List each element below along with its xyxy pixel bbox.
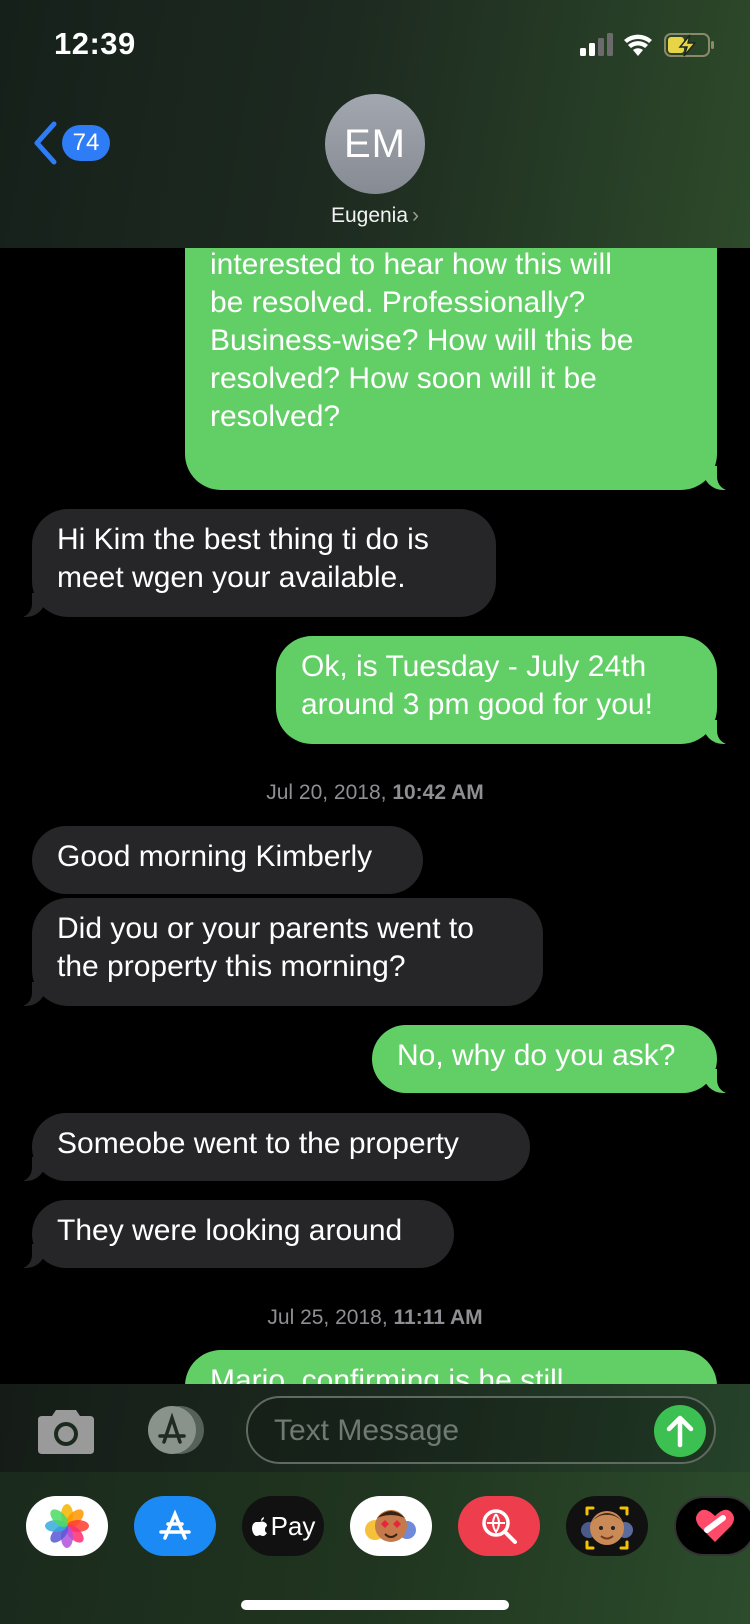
text-message-input[interactable] xyxy=(274,1412,634,1450)
apple-pay-app[interactable]: Pay xyxy=(242,1496,324,1556)
app-store-app[interactable] xyxy=(134,1496,216,1556)
message-line: be resolved. Professionally? xyxy=(210,286,586,319)
message-line: the property this morning? xyxy=(57,950,406,983)
conversation-timestamp: Jul 25, 2018, 11:11 AM xyxy=(267,1306,483,1329)
camera-icon xyxy=(38,1410,94,1454)
message-line: Did you or your parents went to xyxy=(57,912,474,945)
apps-button[interactable] xyxy=(140,1404,212,1456)
arrow-up-icon xyxy=(666,1415,694,1448)
message-line: meet wgen your available. xyxy=(57,561,406,594)
apple-pay-label: Pay xyxy=(270,1510,316,1541)
message-bubble-outgoing[interactable]: No, why do you ask? xyxy=(372,1025,739,1094)
message-bubble-incoming[interactable]: Someobe went to the property xyxy=(10,1113,530,1182)
digital-touch-icon xyxy=(696,1509,734,1542)
chevron-left-icon xyxy=(34,121,57,165)
contact-avatar[interactable]: EM xyxy=(325,94,425,194)
app-store-icon xyxy=(159,1509,191,1540)
message-line: around 3 pm good for you! xyxy=(301,688,653,721)
camera-button[interactable] xyxy=(34,1408,98,1456)
back-button[interactable]: 74 xyxy=(30,118,120,168)
message-bubble-incoming[interactable]: They were looking around xyxy=(10,1200,454,1269)
message-bubble-outgoing[interactable]: Ok, is Tuesday - July 24th around 3 pm g… xyxy=(276,636,739,745)
message-line: Good morning Kimberly xyxy=(57,840,373,873)
message-bubble-outgoing[interactable]: interested to hear how this will be reso… xyxy=(185,232,717,490)
message-line: interested to hear how this will xyxy=(210,248,612,281)
photos-app[interactable] xyxy=(26,1496,108,1556)
message-bubble-incoming[interactable]: Hi Kim the best thing ti do is meet wgen… xyxy=(10,509,496,618)
messages-screen: interested to hear how this will be reso… xyxy=(0,0,750,1624)
conversation-header: 12:39 74 EM Eugenia › xyxy=(0,0,750,248)
photos-icon xyxy=(45,1504,89,1548)
status-icons xyxy=(580,33,714,57)
memoji-icon xyxy=(581,1506,633,1550)
message-bubble-incoming[interactable]: Did you or your parents went to the prop… xyxy=(10,898,543,1007)
chevron-right-icon: › xyxy=(412,204,420,227)
send-button[interactable] xyxy=(654,1405,706,1457)
message-line: Hi Kim the best thing ti do is xyxy=(57,523,429,556)
home-indicator[interactable] xyxy=(241,1600,509,1610)
web-search-app[interactable] xyxy=(458,1496,540,1556)
memoji-app[interactable] xyxy=(566,1496,648,1556)
message-line: resolved? How soon will it be xyxy=(210,362,597,395)
wifi-icon xyxy=(624,34,652,56)
web-search-icon xyxy=(482,1509,517,1544)
text-message-field[interactable] xyxy=(246,1396,716,1464)
message-bubble-incoming[interactable]: Good morning Kimberly xyxy=(32,826,423,894)
app-store-icon xyxy=(148,1406,204,1454)
message-line: No, why do you ask? xyxy=(397,1039,676,1072)
conversation-timestamp: Jul 20, 2018, 10:42 AM xyxy=(266,781,484,804)
imessage-app-drawer: Pay xyxy=(0,1472,750,1624)
digital-touch-app[interactable] xyxy=(674,1496,750,1556)
contact-name[interactable]: Eugenia › xyxy=(0,204,750,228)
message-line: Ok, is Tuesday - July 24th xyxy=(301,650,647,683)
message-line: They were looking around xyxy=(57,1214,403,1247)
message-line: resolved? xyxy=(210,400,341,433)
message-line: Business-wise? How will this be xyxy=(210,324,634,357)
message-line: Someobe went to the property xyxy=(57,1127,459,1160)
apple-pay-icon xyxy=(251,1517,267,1536)
status-time: 12:39 xyxy=(54,26,136,61)
unread-count-badge: 74 xyxy=(62,125,110,161)
battery-charging-icon xyxy=(664,33,714,57)
signal-icon xyxy=(580,33,613,56)
animoji-icon xyxy=(365,1510,416,1542)
animoji-app[interactable] xyxy=(350,1496,432,1556)
compose-bar xyxy=(0,1384,750,1472)
